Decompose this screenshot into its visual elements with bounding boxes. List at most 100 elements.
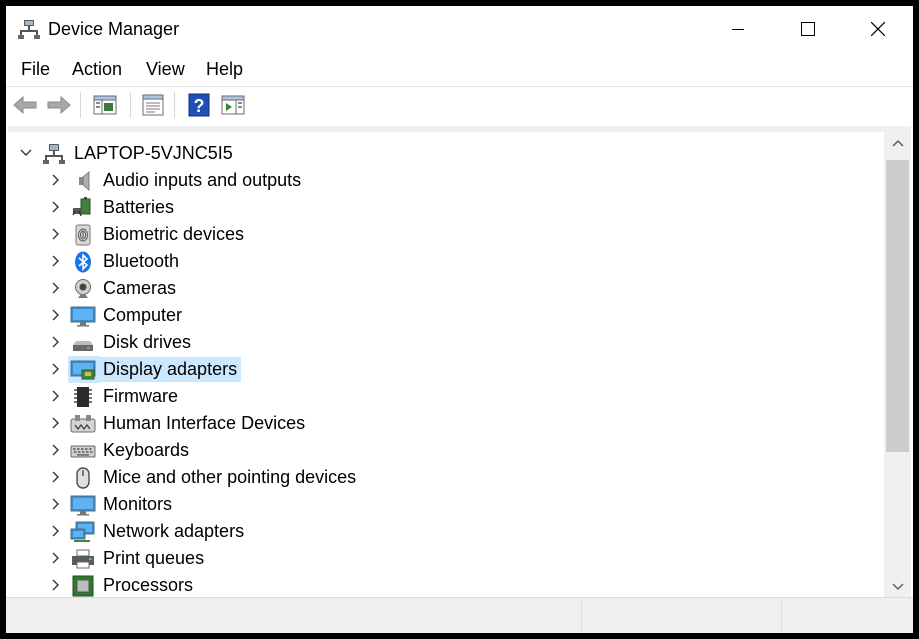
- properties-button[interactable]: [140, 93, 166, 117]
- tree-item-network-adapters[interactable]: Network adapters: [8, 518, 884, 545]
- chevron-right-icon[interactable]: [48, 227, 62, 241]
- arrow-left-icon: [13, 95, 37, 115]
- help-button[interactable]: ?: [186, 93, 212, 117]
- arrow-right-icon: [47, 95, 71, 115]
- tree-item-keyboards[interactable]: Keyboards: [8, 437, 884, 464]
- minimize-button[interactable]: [703, 6, 773, 52]
- chevron-right-icon[interactable]: [48, 173, 62, 187]
- chevron-right-icon[interactable]: [48, 578, 62, 592]
- tree-item-bluetooth[interactable]: Bluetooth: [8, 248, 884, 275]
- tree-item-label: Bluetooth: [103, 251, 180, 271]
- show-hide-console-tree-button[interactable]: [92, 93, 118, 117]
- status-pane: [781, 602, 913, 630]
- chevron-up-icon: [891, 139, 904, 147]
- tree-item-batteries[interactable]: Batteries: [8, 194, 884, 221]
- tree-item-label: Audio inputs and outputs: [103, 170, 302, 190]
- tree-item-biometric[interactable]: Biometric devices: [8, 221, 884, 248]
- toolbar-separator: [80, 92, 81, 118]
- tree-item-computer[interactable]: Computer: [8, 302, 884, 329]
- menu-bar: File Action View Help: [6, 56, 913, 84]
- tree-item-processors[interactable]: Processors: [8, 572, 884, 598]
- tree-item-firmware[interactable]: Firmware: [8, 383, 884, 410]
- processor-icon: [72, 575, 94, 597]
- tree-item-audio[interactable]: Audio inputs and outputs: [8, 167, 884, 194]
- tree-item-cameras[interactable]: Cameras: [8, 275, 884, 302]
- device-manager-icon: [18, 20, 40, 39]
- device-tree[interactable]: LAPTOP-5VJNC5I5 Audio inputs and outputs: [8, 132, 884, 598]
- chevron-right-icon[interactable]: [48, 254, 62, 268]
- chevron-right-icon[interactable]: [48, 308, 62, 322]
- chevron-right-icon[interactable]: [48, 551, 62, 565]
- device-tree-pane: LAPTOP-5VJNC5I5 Audio inputs and outputs: [8, 126, 911, 598]
- vertical-scrollbar[interactable]: [884, 132, 911, 598]
- monitor-icon: [70, 306, 96, 327]
- close-button[interactable]: [843, 6, 913, 52]
- scrollbar-thumb[interactable]: [886, 160, 909, 452]
- tree-item-label: Human Interface Devices: [103, 413, 306, 433]
- menu-help[interactable]: Help: [206, 59, 243, 80]
- tree-item-label: Mice and other pointing devices: [103, 467, 357, 487]
- tree-root[interactable]: LAPTOP-5VJNC5I5: [8, 140, 884, 167]
- toolbar-separator: [130, 92, 131, 118]
- chevron-right-icon[interactable]: [48, 362, 62, 376]
- chip-icon: [74, 387, 92, 407]
- computer-network-icon: [43, 144, 65, 164]
- chevron-right-icon[interactable]: [48, 416, 62, 430]
- tree-item-mice[interactable]: Mice and other pointing devices: [8, 464, 884, 491]
- keyboard-icon: [70, 445, 96, 458]
- tree-item-print-queues[interactable]: Print queues: [8, 545, 884, 572]
- disk-drive-icon: [73, 341, 93, 351]
- network-adapter-icon: [70, 521, 95, 542]
- battery-icon: [72, 197, 91, 217]
- chevron-down-icon: [891, 583, 904, 591]
- tree-item-label: Display adapters: [100, 357, 242, 382]
- tree-item-label: Cameras: [103, 278, 177, 298]
- hid-icon: [70, 415, 96, 433]
- display-adapter-icon: [70, 360, 96, 380]
- action-pane-icon: [221, 95, 245, 115]
- bluetooth-icon: [75, 251, 91, 273]
- toolbar: ?: [6, 86, 913, 122]
- maximize-button[interactable]: [773, 6, 843, 52]
- svg-text:?: ?: [194, 96, 205, 116]
- chevron-right-icon[interactable]: [48, 524, 62, 538]
- tree-item-monitors[interactable]: Monitors: [8, 491, 884, 518]
- webcam-icon: [75, 279, 91, 298]
- chevron-right-icon[interactable]: [48, 389, 62, 403]
- tree-item-label: Keyboards: [103, 440, 190, 460]
- tree-item-disk-drives[interactable]: Disk drives: [8, 329, 884, 356]
- menu-file[interactable]: File: [21, 59, 50, 80]
- tree-item-hid[interactable]: Human Interface Devices: [8, 410, 884, 437]
- console-tree-icon: [93, 95, 117, 115]
- chevron-right-icon[interactable]: [48, 335, 62, 349]
- speaker-icon: [79, 171, 90, 191]
- help-icon: ?: [188, 93, 210, 117]
- close-icon: [871, 22, 885, 36]
- tree-item-display-adapters[interactable]: Display adapters: [8, 356, 884, 383]
- tree-item-label: Network adapters: [103, 521, 245, 541]
- chevron-right-icon[interactable]: [48, 497, 62, 511]
- printer-icon: [72, 549, 94, 569]
- menu-view[interactable]: View: [146, 59, 185, 80]
- status-bar: [6, 597, 913, 633]
- scroll-down-button[interactable]: [884, 576, 911, 598]
- monitor-icon: [70, 495, 96, 516]
- tree-item-label: Firmware: [103, 386, 178, 406]
- chevron-right-icon[interactable]: [48, 443, 62, 457]
- tree-item-label: Computer: [103, 305, 183, 325]
- menu-action[interactable]: Action: [72, 59, 122, 80]
- chevron-right-icon[interactable]: [48, 470, 62, 484]
- chevron-right-icon[interactable]: [48, 200, 62, 214]
- status-pane: [581, 602, 781, 630]
- properties-icon: [142, 94, 164, 116]
- tree-item-label: Monitors: [103, 494, 173, 514]
- toolbar-separator: [174, 92, 175, 118]
- title-bar[interactable]: Device Manager: [6, 6, 913, 52]
- tree-item-label: Batteries: [103, 197, 175, 217]
- show-hide-action-pane-button[interactable]: [220, 93, 246, 117]
- chevron-down-icon[interactable]: [19, 146, 33, 160]
- forward-button[interactable]: [46, 93, 72, 117]
- scroll-up-button[interactable]: [884, 132, 911, 154]
- back-button[interactable]: [12, 93, 38, 117]
- chevron-right-icon[interactable]: [48, 281, 62, 295]
